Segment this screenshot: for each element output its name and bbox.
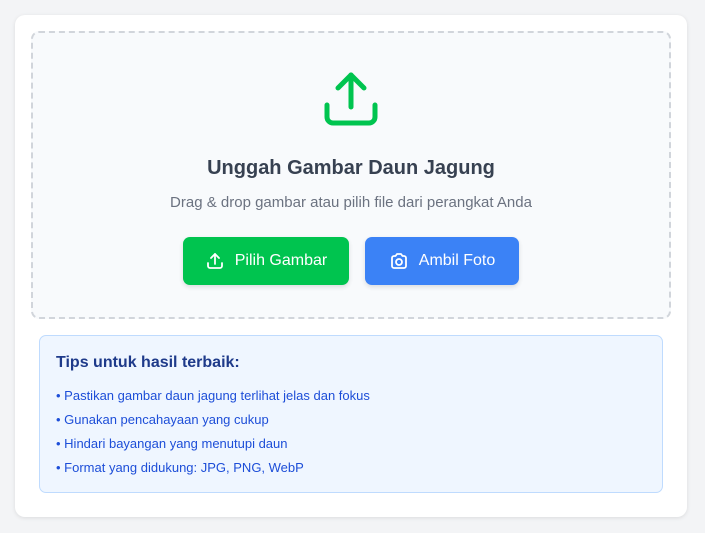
upload-dropzone[interactable]: Unggah Gambar Daun Jagung Drag & drop ga… xyxy=(31,31,671,319)
tips-title: Tips untuk hasil terbaik: xyxy=(56,354,240,371)
pick-image-label: Pilih Gambar xyxy=(234,252,328,269)
take-photo-label: Ambil Foto xyxy=(418,252,496,269)
tips-list: Pastikan gambar daun jagung terlihat jel… xyxy=(56,384,646,480)
upload-subtitle: Drag & drop gambar atau pilih file dari … xyxy=(170,194,532,211)
tip-item: Pastikan gambar daun jagung terlihat jel… xyxy=(56,384,646,408)
take-photo-button[interactable]: Ambil Foto xyxy=(365,237,519,285)
tip-item: Hindari bayangan yang menutupi daun xyxy=(56,432,646,456)
pick-image-button[interactable]: Pilih Gambar xyxy=(183,237,349,285)
tip-item: Gunakan pencahayaan yang cukup xyxy=(56,408,646,432)
camera-icon xyxy=(390,253,407,269)
tips-panel: Tips untuk hasil terbaik: Pastikan gamba… xyxy=(39,335,663,493)
upload-button-group: Pilih Gambar Ambil Foto xyxy=(183,237,519,285)
upload-icon xyxy=(206,253,223,269)
upload-title: Unggah Gambar Daun Jagung xyxy=(207,157,495,179)
upload-card: Unggah Gambar Daun Jagung Drag & drop ga… xyxy=(15,15,687,517)
tip-item: Format yang didukung: JPG, PNG, WebP xyxy=(56,456,646,480)
upload-icon xyxy=(321,69,381,129)
